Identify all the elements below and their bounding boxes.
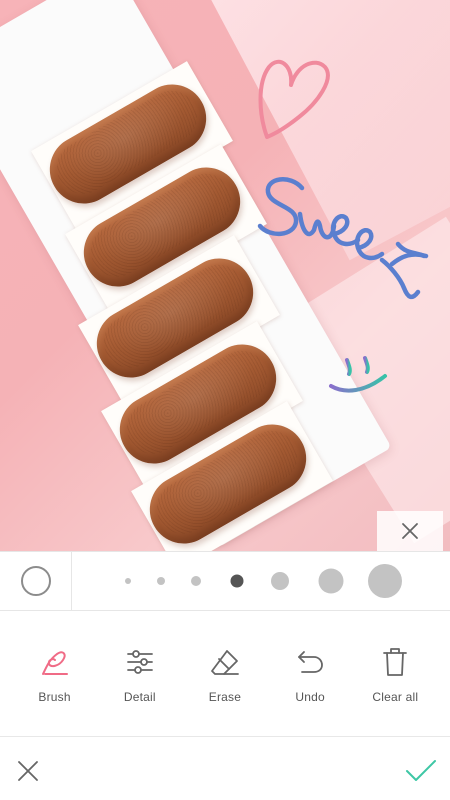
brush-size-option[interactable]: [191, 576, 201, 586]
brush-size-option[interactable]: [318, 568, 344, 594]
tool-label: Undo: [295, 690, 325, 704]
trash-icon: [383, 648, 408, 676]
brush-size-options: [72, 552, 450, 610]
tool-clear-all[interactable]: Clear all: [357, 612, 433, 704]
sweet-doodle: [257, 177, 429, 300]
tool-label: Brush: [38, 690, 71, 704]
bottom-action-bar: [0, 736, 450, 800]
brush-size-option[interactable]: [230, 574, 244, 588]
drawing-tools: Brush Detail Erase Undo Clear all: [0, 612, 450, 736]
dismiss-button[interactable]: [377, 511, 443, 551]
undo-icon: [298, 651, 324, 673]
tool-undo[interactable]: Undo: [272, 612, 348, 704]
cancel-button[interactable]: [14, 757, 42, 785]
eraser-icon: [211, 650, 239, 675]
photo-canvas[interactable]: [0, 0, 450, 551]
brush-color-button[interactable]: [0, 552, 72, 610]
smiley-doodle: [329, 356, 387, 393]
tool-detail[interactable]: Detail: [102, 612, 178, 704]
tool-label: Detail: [123, 690, 156, 704]
color-ring-icon: [20, 566, 51, 596]
close-icon: [18, 761, 38, 781]
close-icon: [402, 523, 418, 539]
brush-size-option[interactable]: [125, 578, 131, 584]
tool-label: Clear all: [372, 690, 419, 704]
brush-size-option[interactable]: [271, 572, 289, 590]
brush-size-picker: [0, 551, 450, 611]
brush-icon: [41, 651, 68, 675]
tool-brush[interactable]: Brush: [17, 612, 93, 704]
check-icon: [406, 760, 436, 781]
heart-doodle: [258, 59, 330, 139]
tool-label: Erase: [208, 690, 242, 704]
brush-size-option[interactable]: [368, 564, 402, 598]
tool-erase[interactable]: Erase: [187, 612, 263, 704]
brush-size-option[interactable]: [157, 577, 165, 585]
confirm-button[interactable]: [404, 757, 438, 785]
sliders-icon: [126, 650, 153, 674]
